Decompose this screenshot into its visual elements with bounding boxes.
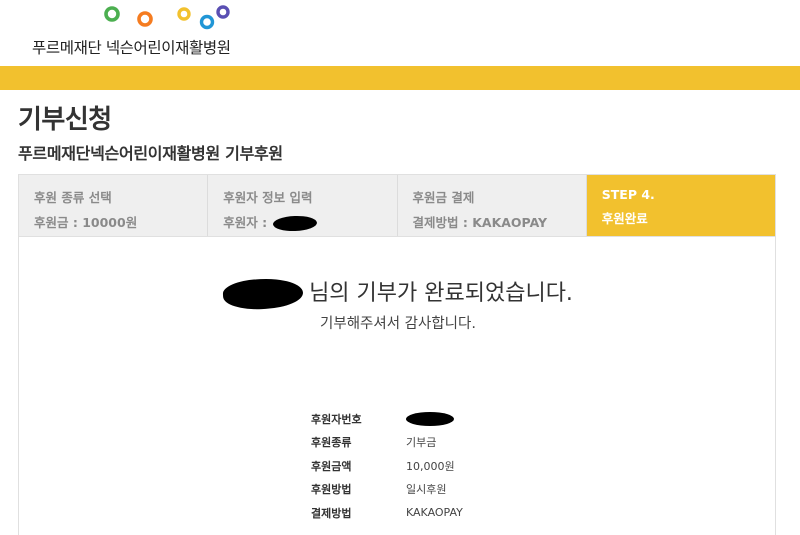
- summary-row: 결제방법 KAKAOPAY: [311, 501, 463, 525]
- step-complete: STEP 4. 후원완료: [586, 175, 775, 236]
- step-title: STEP 4.: [601, 187, 655, 202]
- step-detail: 후원금 : 10000원: [34, 215, 138, 230]
- step-detail-label: 후원자 :: [223, 215, 272, 230]
- donation-summary: 후원자번호 후원종류 기부금 후원금액 10,000원 후원방법 일시후원 결제…: [311, 407, 463, 525]
- step-payment: 후원금 결제 결제방법 : KAKAOPAY: [397, 175, 587, 236]
- step-detail: 후원완료: [601, 211, 648, 226]
- summary-label: 후원금액: [311, 459, 352, 473]
- step-title: 후원금 결제: [412, 190, 475, 205]
- step-donor-info: 후원자 정보 입력 후원자 :: [208, 175, 398, 236]
- summary-label: 후원방법: [311, 483, 352, 497]
- donation-steps: 후원 종류 선택 후원금 : 10000원 후원자 정보 입력 후원자 : 후원…: [18, 174, 776, 237]
- summary-value: KAKAOPAY: [406, 506, 463, 520]
- summary-row: 후원자번호: [311, 407, 463, 431]
- header-accent-bar: [0, 66, 800, 90]
- completion-message-text: 님의 기부가 완료되었습니다.: [309, 281, 573, 306]
- summary-value: 일시후원: [406, 483, 447, 497]
- summary-label: 후원자번호: [311, 412, 362, 426]
- step-detail: 결제방법 : KAKAOPAY: [412, 215, 548, 230]
- redacted-donor-name: [222, 276, 304, 312]
- logo-text: 푸르메재단 넥슨어린이재활병원: [32, 39, 231, 57]
- page-title: 기부신청: [18, 105, 112, 135]
- completion-sub-message: 기부해주셔서 감사합니다.: [320, 316, 476, 332]
- summary-row: 후원금액 10,000원: [311, 454, 463, 478]
- summary-value: 기부금: [406, 436, 437, 450]
- summary-row: 후원종류 기부금: [311, 431, 463, 455]
- step-title: 후원 종류 선택: [34, 190, 112, 205]
- step-title: 후원자 정보 입력: [223, 190, 313, 205]
- summary-value: [406, 411, 454, 426]
- site-header: 푸르메재단 넥슨어린이재활병원: [0, 0, 800, 66]
- redacted-donor-number: [406, 411, 454, 426]
- summary-label: 결제방법: [311, 506, 352, 520]
- logo-dots-icon: [104, 5, 230, 30]
- page-subtitle: 푸르메재단넥슨어린이재활병원 기부후원: [18, 144, 283, 163]
- step-select-type: 후원 종류 선택 후원금 : 10000원: [19, 175, 209, 236]
- step-detail: 후원자 :: [223, 212, 396, 232]
- completion-panel: 님의 기부가 완료되었습니다. 기부해주셔서 감사합니다. 후원자번호 후원종류…: [18, 237, 776, 535]
- site-logo[interactable]: 푸르메재단 넥슨어린이재활병원: [30, 4, 260, 62]
- summary-row: 후원방법 일시후원: [311, 478, 463, 502]
- summary-label: 후원종류: [311, 436, 352, 450]
- summary-value: 10,000원: [406, 459, 455, 473]
- completion-message: 님의 기부가 완료되었습니다.: [19, 275, 777, 312]
- redacted-donor-name: [273, 215, 318, 232]
